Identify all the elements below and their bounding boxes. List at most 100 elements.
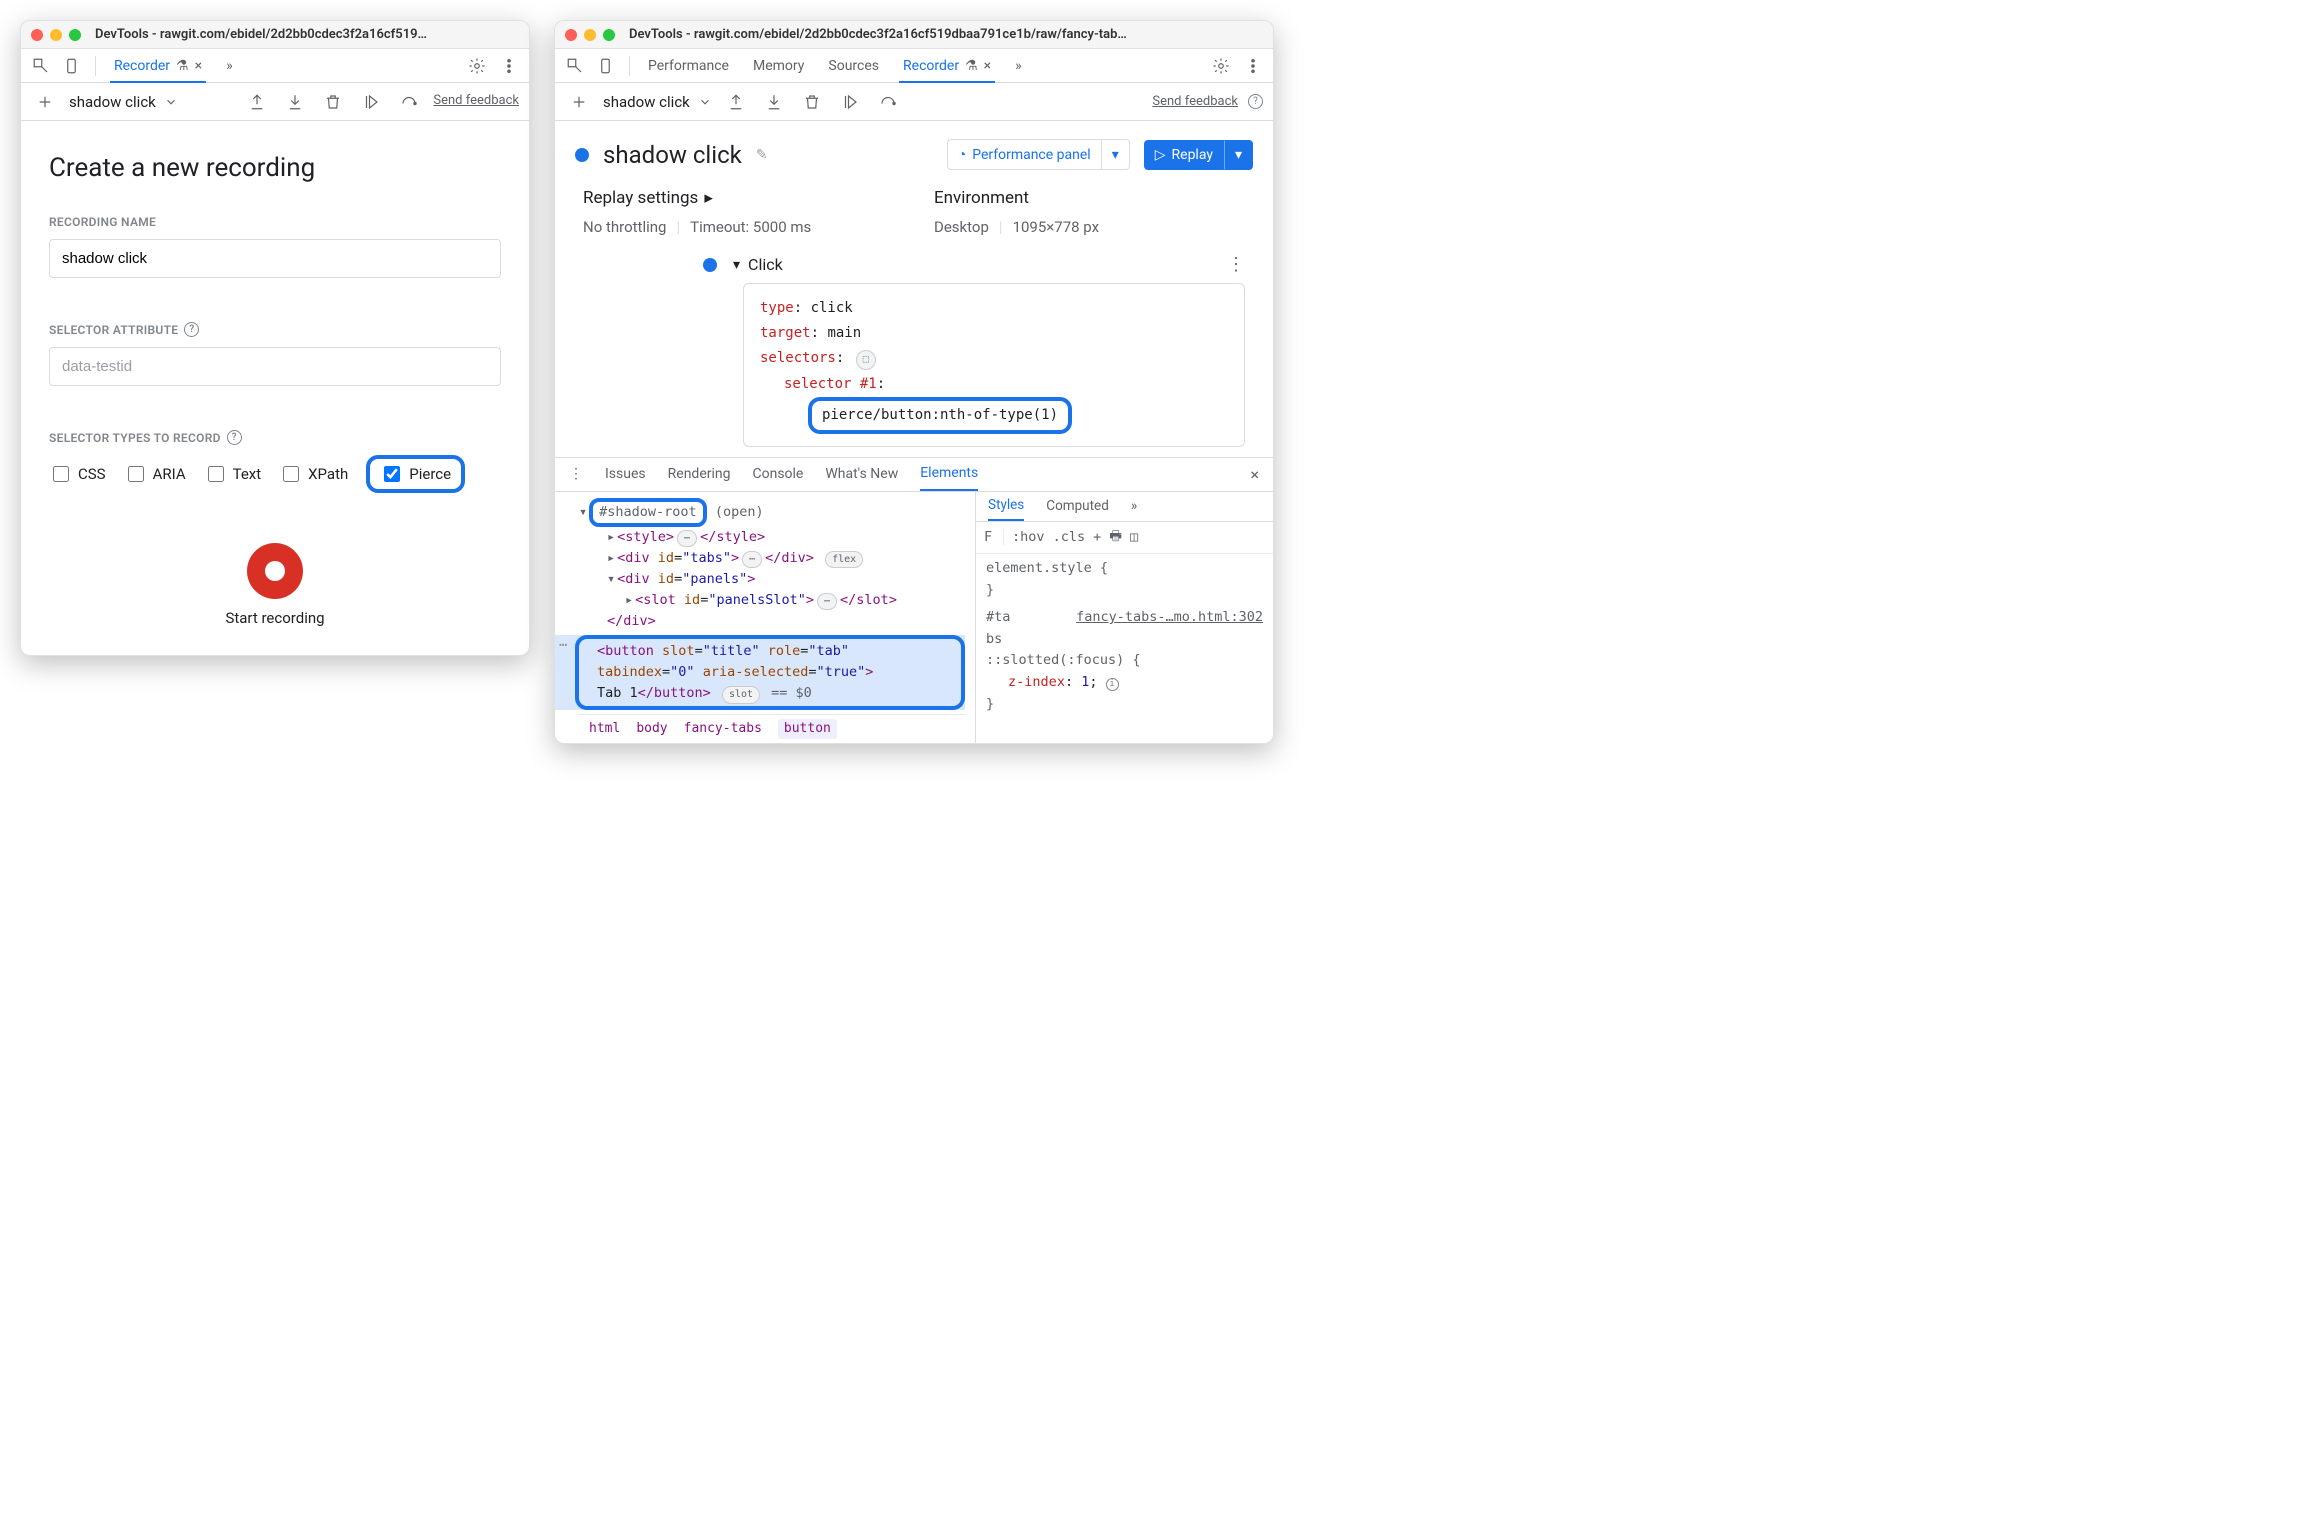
tab-label: Recorder [114, 58, 170, 74]
tab-recorder[interactable]: Recorder ⚗ × [104, 49, 212, 83]
export-icon[interactable] [722, 88, 750, 116]
device-toolbar-icon[interactable] [59, 52, 87, 80]
record-button-label: Start recording [49, 609, 501, 627]
tab-computed[interactable]: Computed [1046, 498, 1109, 514]
more-tabs[interactable]: » [1131, 498, 1137, 514]
caret-down-icon: ▾ [733, 257, 740, 273]
print-icon[interactable]: 🖶 [1109, 526, 1122, 549]
help-icon[interactable]: ? [1248, 94, 1263, 109]
tab-whats-new[interactable]: What's New [825, 466, 898, 482]
minimize-window-icon[interactable] [584, 29, 596, 41]
import-icon[interactable] [760, 88, 788, 116]
send-feedback-link[interactable]: Send feedback [433, 94, 519, 108]
window-title: DevTools - rawgit.com/ebidel/2d2bb0cdec3… [629, 27, 1263, 42]
info-icon[interactable]: i [1106, 678, 1119, 691]
close-window-icon[interactable] [31, 29, 43, 41]
tab-styles[interactable]: Styles [988, 491, 1024, 521]
step-menu-icon[interactable]: ⋮ [1227, 254, 1245, 275]
elements-breadcrumb[interactable]: html body fancy-tabs button [579, 714, 965, 743]
styles-tabstrip: Styles Computed » [976, 492, 1273, 522]
more-tabs[interactable]: » [1005, 49, 1032, 83]
selector-value-highlight: pierce/button:nth-of-type(1) [808, 397, 1072, 434]
play-step-icon[interactable] [836, 88, 864, 116]
replay-settings-toggle[interactable]: Replay settings▸ [583, 188, 894, 208]
tab-elements[interactable]: Elements [920, 457, 978, 491]
styles-rules[interactable]: element.style { } #tafancy-tabs-…mo.html… [976, 554, 1273, 719]
panel-layout-icon[interactable]: ◫ [1130, 529, 1138, 545]
delete-icon[interactable] [798, 88, 826, 116]
device-toolbar-icon[interactable] [593, 52, 621, 80]
close-tab-icon[interactable]: × [195, 58, 202, 74]
step-header[interactable]: ▾ Click ⋮ [703, 254, 1245, 275]
cls-toggle[interactable]: .cls [1053, 529, 1086, 545]
new-recording-icon[interactable] [565, 88, 593, 116]
tab-console[interactable]: Console [752, 466, 803, 482]
checkbox-pierce[interactable]: Pierce [380, 463, 451, 485]
tab-issues[interactable]: Issues [605, 466, 646, 482]
zoom-window-icon[interactable] [603, 29, 615, 41]
filter-input[interactable]: F [984, 529, 1004, 545]
performance-panel-button-group: ◔ Performance panel ▾ [947, 139, 1130, 170]
kebab-menu-icon[interactable]: ⋮ [569, 466, 583, 482]
settings-gear-icon[interactable] [1207, 52, 1235, 80]
checkbox-xpath[interactable]: XPath [279, 463, 348, 485]
tab-sources[interactable]: Sources [818, 49, 889, 83]
tab-rendering[interactable]: Rendering [668, 466, 731, 482]
source-link[interactable]: fancy-tabs-…mo.html:302 [1076, 607, 1263, 629]
step-over-icon[interactable] [395, 88, 423, 116]
help-icon[interactable]: ? [227, 430, 242, 445]
close-drawer-icon[interactable]: × [1250, 465, 1259, 484]
close-tab-icon[interactable]: × [984, 58, 991, 74]
tab-memory[interactable]: Memory [743, 49, 814, 83]
slot-badge[interactable]: slot [722, 686, 760, 704]
step-dot-icon [703, 258, 717, 272]
step-over-icon[interactable] [874, 88, 902, 116]
recording-dropdown[interactable]: shadow click [603, 93, 712, 111]
performance-panel-dropdown[interactable]: ▾ [1102, 139, 1130, 170]
checkbox-css[interactable]: CSS [49, 463, 106, 485]
inspect-icon[interactable] [561, 52, 589, 80]
steps-timeline: ▾ Click ⋮ type: click target: main selec… [555, 254, 1273, 457]
inspect-badge-icon[interactable]: ⬚ [856, 350, 876, 370]
new-recording-icon[interactable] [31, 88, 59, 116]
play-icon: ▷ [1155, 147, 1166, 163]
export-icon[interactable] [243, 88, 271, 116]
flex-badge[interactable]: flex [825, 551, 863, 569]
new-style-icon[interactable]: + [1093, 529, 1101, 545]
inspect-icon[interactable] [27, 52, 55, 80]
close-window-icon[interactable] [565, 29, 577, 41]
checkbox-aria[interactable]: ARIA [124, 463, 186, 485]
traffic-lights [565, 29, 615, 41]
tab-recorder[interactable]: Recorder⚗× [893, 49, 1001, 83]
step-details: type: click target: main selectors: ⬚ se… [743, 283, 1245, 447]
replay-button[interactable]: ▷ Replay [1144, 140, 1224, 170]
record-button[interactable] [247, 543, 303, 599]
replay-dropdown[interactable]: ▾ [1224, 140, 1253, 170]
zoom-window-icon[interactable] [69, 29, 81, 41]
checkbox-text[interactable]: Text [204, 463, 262, 485]
hov-toggle[interactable]: :hov [1012, 529, 1045, 545]
delete-icon[interactable] [319, 88, 347, 116]
selector-attribute-input[interactable] [49, 347, 501, 386]
more-tabs[interactable]: » [216, 49, 243, 83]
styles-pane: Styles Computed » F :hov .cls + 🖶 ◫ elem… [975, 492, 1273, 743]
chevron-down-icon [164, 95, 178, 109]
recording-name-input[interactable] [49, 239, 501, 278]
kebab-menu-icon[interactable] [1239, 52, 1267, 80]
settings-gear-icon[interactable] [463, 52, 491, 80]
tab-performance[interactable]: Performance [638, 49, 739, 83]
recording-dropdown[interactable]: shadow click [69, 93, 178, 111]
edit-icon[interactable]: ✎ [756, 147, 768, 163]
divider [95, 56, 96, 76]
performance-panel-button[interactable]: ◔ Performance panel [947, 139, 1102, 170]
minimize-window-icon[interactable] [50, 29, 62, 41]
help-icon[interactable]: ? [184, 322, 199, 337]
titlebar: DevTools - rawgit.com/ebidel/2d2bb0cdec3… [21, 21, 529, 49]
drawer: ⋮ Issues Rendering Console What's New El… [555, 457, 1273, 743]
send-feedback-link[interactable]: Send feedback [1152, 94, 1238, 109]
import-icon[interactable] [281, 88, 309, 116]
recorder-toolbar: shadow click Send feedback [21, 83, 529, 121]
kebab-menu-icon[interactable] [495, 52, 523, 80]
dom-tree[interactable]: ▾#shadow-root (open) ▸<style>⋯</style> ▸… [555, 492, 975, 743]
play-step-icon[interactable] [357, 88, 385, 116]
